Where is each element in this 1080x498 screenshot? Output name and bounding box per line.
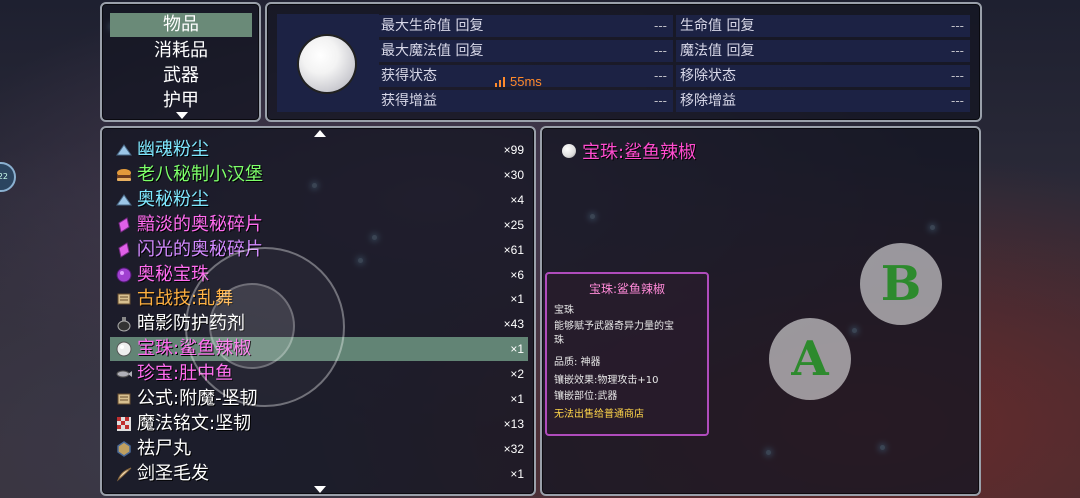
scroll-down-arrow-icon[interactable] bbox=[176, 112, 188, 119]
item-count: ×43 bbox=[503, 317, 524, 332]
tooltip-type: 宝珠 bbox=[554, 305, 574, 316]
list-item[interactable]: 奥秘粉尘 ×4 bbox=[110, 188, 528, 212]
category-tab-armor[interactable]: 护甲 bbox=[110, 89, 252, 113]
fish-icon bbox=[116, 366, 132, 382]
tooltip-note: 无法出售给普通商店 bbox=[554, 409, 644, 420]
joystick-knob[interactable] bbox=[209, 283, 295, 369]
item-count: ×61 bbox=[503, 242, 524, 257]
list-item[interactable]: 闪光的奥秘碎片 ×61 bbox=[110, 238, 528, 262]
item-count: ×13 bbox=[503, 416, 524, 431]
stat-label: 移除增益 bbox=[680, 93, 736, 109]
item-name: 奥秘粉尘 bbox=[137, 188, 209, 210]
list-item[interactable]: 幽魂粉尘 ×99 bbox=[110, 138, 528, 162]
stat-row: 最大魔法值 回复 --- bbox=[377, 40, 673, 62]
item-count: ×4 bbox=[510, 192, 524, 207]
stat-row: 生命值 回复 --- bbox=[676, 15, 970, 37]
stat-value: --- bbox=[951, 69, 964, 83]
item-stats-panel: 最大生命值 回复 --- 生命值 回复 --- 最大魔法值 回复 --- 魔法值… bbox=[265, 2, 982, 122]
stat-value: --- bbox=[951, 94, 964, 108]
hair-icon bbox=[116, 466, 132, 482]
item-count: ×30 bbox=[503, 167, 524, 182]
pearl-icon bbox=[562, 144, 576, 158]
detail-title: 宝珠:鲨鱼辣椒 bbox=[582, 142, 697, 163]
item-count: ×1 bbox=[510, 342, 524, 357]
stat-label: 获得增益 bbox=[381, 93, 437, 109]
tooltip-quality: 品质: 神器 bbox=[554, 357, 601, 368]
stat-row: 魔法值 回复 --- bbox=[676, 40, 970, 62]
item-preview bbox=[277, 14, 379, 112]
category-tab-consumables[interactable]: 消耗品 bbox=[110, 39, 252, 63]
stat-label: 获得状态 bbox=[381, 68, 437, 84]
dust-icon bbox=[116, 142, 132, 158]
tooltip-desc: 能够赋予武器奇异力量的宝 bbox=[554, 321, 674, 332]
stat-label: 魔法值 回复 bbox=[680, 43, 755, 59]
scroll-icon bbox=[116, 391, 132, 407]
item-name: 祛尸丸 bbox=[137, 437, 191, 459]
ping-value: 55ms bbox=[510, 74, 542, 89]
pearl-icon bbox=[299, 36, 355, 92]
side-badge[interactable]: 22 bbox=[0, 162, 16, 192]
item-name: 剑圣毛发 bbox=[137, 462, 209, 484]
item-name: 老八秘制小汉堡 bbox=[137, 163, 263, 185]
stat-value: --- bbox=[654, 94, 667, 108]
stat-label: 最大魔法值 回复 bbox=[381, 43, 484, 59]
shard-icon bbox=[116, 241, 132, 258]
scroll-icon bbox=[116, 291, 132, 307]
network-ping: 55ms bbox=[495, 74, 542, 89]
b-button[interactable]: B bbox=[860, 243, 942, 325]
list-item[interactable]: 祛尸丸 ×32 bbox=[110, 437, 528, 461]
stat-value: --- bbox=[951, 44, 964, 58]
list-item[interactable]: 魔法铭文:坚韧 ×13 bbox=[110, 412, 528, 436]
item-count: ×1 bbox=[510, 292, 524, 307]
stat-label: 生命值 回复 bbox=[680, 18, 755, 34]
scroll-down-arrow-icon[interactable] bbox=[314, 486, 326, 493]
stat-row: 移除增益 --- bbox=[676, 90, 970, 112]
stat-value: --- bbox=[654, 44, 667, 58]
stat-row: 最大生命值 回复 --- bbox=[377, 15, 673, 37]
signal-bars-icon bbox=[495, 76, 507, 87]
tooltip-slot: 镶嵌部位:武器 bbox=[554, 391, 618, 402]
stat-value: --- bbox=[951, 19, 964, 33]
shard-icon bbox=[116, 216, 132, 233]
item-name: 幽魂粉尘 bbox=[137, 139, 209, 160]
stat-label: 最大生命值 回复 bbox=[381, 18, 484, 34]
pearl-icon bbox=[116, 341, 132, 357]
category-tab-weapons[interactable]: 武器 bbox=[110, 64, 252, 88]
list-item[interactable]: 老八秘制小汉堡 ×30 bbox=[110, 163, 528, 187]
item-count: ×6 bbox=[510, 267, 524, 282]
list-item[interactable]: 公式:附魔-坚韧 ×1 bbox=[110, 387, 528, 411]
orb-icon bbox=[116, 267, 132, 283]
tooltip-desc: 珠 bbox=[554, 335, 564, 346]
item-count: ×1 bbox=[510, 392, 524, 406]
item-count: ×1 bbox=[510, 466, 524, 481]
category-tab-items[interactable]: 物品 bbox=[110, 13, 252, 37]
stat-value: --- bbox=[654, 19, 667, 33]
potion-icon bbox=[116, 316, 132, 332]
item-count: ×32 bbox=[503, 441, 524, 456]
stat-row: 移除状态 --- bbox=[676, 65, 970, 87]
tooltip-effect: 镶嵌效果:物理攻击+10 bbox=[554, 375, 659, 386]
dust-icon bbox=[116, 192, 132, 208]
item-name: 黯淡的奥秘碎片 bbox=[137, 213, 263, 235]
a-button[interactable]: A bbox=[769, 318, 851, 400]
stat-row: 获得增益 --- bbox=[377, 90, 673, 112]
category-panel: 物品 消耗品 武器 护甲 bbox=[100, 2, 261, 122]
item-name: 魔法铭文:坚韧 bbox=[137, 412, 252, 434]
stat-value: --- bbox=[654, 69, 667, 83]
item-tooltip: 宝珠:鲨鱼辣椒 宝珠 能够赋予武器奇异力量的宝 珠 品质: 神器 镶嵌效果:物理… bbox=[545, 272, 709, 436]
scroll-up-arrow-icon[interactable] bbox=[314, 130, 326, 137]
list-item[interactable]: 剑圣毛发 ×1 bbox=[110, 462, 528, 486]
burger-icon bbox=[116, 167, 132, 183]
list-item[interactable]: 黯淡的奥秘碎片 ×25 bbox=[110, 213, 528, 237]
item-count: ×99 bbox=[503, 143, 524, 157]
inscription-icon bbox=[116, 416, 132, 432]
item-count: ×2 bbox=[510, 367, 524, 382]
pill-icon bbox=[116, 440, 132, 457]
item-count: ×25 bbox=[503, 217, 524, 232]
stat-label: 移除状态 bbox=[680, 68, 736, 84]
tooltip-title: 宝珠:鲨鱼辣椒 bbox=[588, 282, 666, 296]
